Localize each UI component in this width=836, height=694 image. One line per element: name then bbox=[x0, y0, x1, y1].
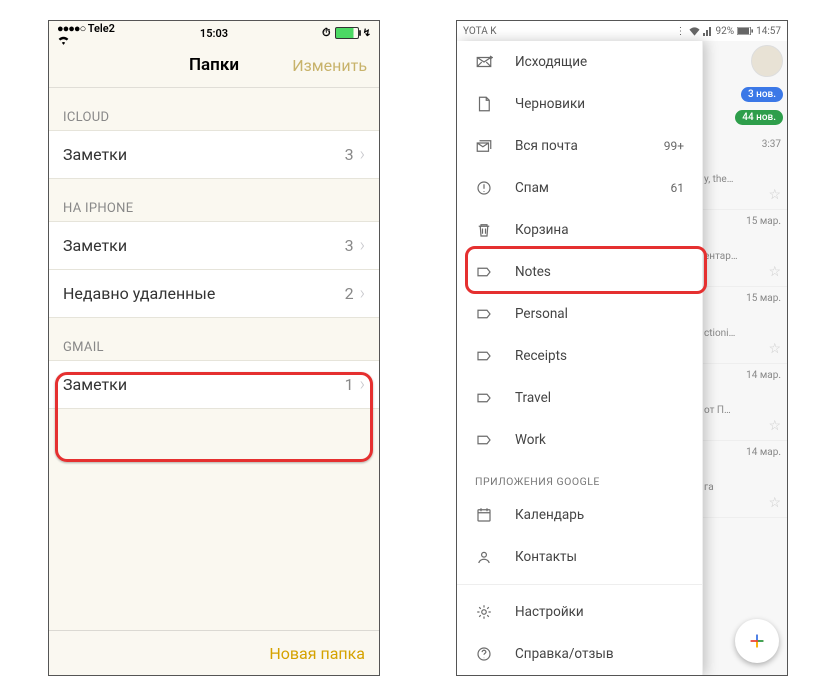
stacked-mail-icon bbox=[475, 137, 493, 155]
gear-icon bbox=[475, 603, 493, 621]
chevron-right-icon: › bbox=[360, 374, 365, 395]
chevron-right-icon: › bbox=[360, 235, 365, 256]
divider bbox=[457, 584, 702, 585]
chevron-right-icon: › bbox=[360, 283, 365, 304]
folder-row-gmail-notes[interactable]: Заметки 1 › bbox=[49, 360, 379, 409]
carrier: YOTA K bbox=[463, 26, 496, 37]
folder-row-recently-deleted[interactable]: Недавно удаленные 2 › bbox=[49, 269, 379, 318]
drawer-item-receipts[interactable]: Receipts bbox=[457, 335, 702, 377]
folder-count: 3 bbox=[345, 236, 354, 255]
battery-percent: 92% bbox=[716, 26, 735, 37]
new-badge-blue: 3 нов. bbox=[741, 87, 783, 102]
section-header-gmail: GMAIL bbox=[49, 318, 379, 361]
ios-toolbar: Новая папка bbox=[49, 630, 379, 675]
new-badge-green: 44 нов. bbox=[735, 110, 783, 125]
drawer-item-contacts[interactable]: Контакты bbox=[457, 536, 702, 578]
inbox-row[interactable]: ентар… 15 мар. ☆ bbox=[702, 210, 787, 287]
person-icon bbox=[475, 548, 493, 566]
label-icon bbox=[475, 431, 493, 449]
drawer-item-travel[interactable]: Travel bbox=[457, 377, 702, 419]
signal-dots-icon: ●●●●○ bbox=[57, 22, 85, 35]
folder-count: 1 bbox=[345, 375, 354, 394]
file-icon bbox=[475, 95, 493, 113]
section-header-google-apps: ПРИЛОЖЕНИЯ GOOGLE bbox=[457, 461, 702, 494]
page-title: Папки bbox=[189, 55, 239, 75]
nav-drawer: Исходящие Черновики Вся почта 99+ Спам 6… bbox=[457, 41, 703, 675]
folder-count: 2 bbox=[345, 284, 354, 303]
avatar[interactable] bbox=[751, 45, 783, 77]
outbox-icon bbox=[475, 53, 493, 71]
drawer-item-calendar[interactable]: Календарь bbox=[457, 494, 702, 536]
edit-button[interactable]: Изменить bbox=[292, 56, 367, 75]
folder-label: Недавно удаленные bbox=[63, 284, 345, 303]
spam-icon bbox=[475, 179, 493, 197]
label-icon bbox=[475, 389, 493, 407]
folder-count: 3 bbox=[345, 145, 354, 164]
inbox-row[interactable]: от П… 14 мар. ☆ bbox=[702, 364, 787, 441]
label-icon bbox=[475, 305, 493, 323]
signal-icon bbox=[703, 27, 713, 36]
wifi-icon bbox=[689, 27, 700, 36]
folder-label: Заметки bbox=[63, 145, 345, 164]
star-icon[interactable]: ☆ bbox=[768, 187, 781, 203]
calendar-icon bbox=[475, 506, 493, 524]
star-icon[interactable]: ☆ bbox=[768, 495, 781, 511]
ios-status-bar: ●●●●○ Tele2 15:03 ⏱ ↯ bbox=[49, 21, 379, 43]
clock: 14:57 bbox=[756, 26, 781, 37]
drawer-item-personal[interactable]: Personal bbox=[457, 293, 702, 335]
gmail-drawer-screen: YOTA K ⋮ 92% 14:57 3 нов. 44 нов. y bbox=[456, 20, 788, 676]
drawer-item-outbox[interactable]: Исходящие bbox=[457, 41, 702, 83]
ios-notes-screen: ●●●●○ Tele2 15:03 ⏱ ↯ Папки Изменить ICL… bbox=[48, 20, 380, 676]
drawer-item-help[interactable]: Справка/отзыв bbox=[457, 633, 702, 675]
notification-icon: ⋮ bbox=[676, 26, 686, 37]
inbox-row[interactable]: ctioni… 15 мар. ☆ bbox=[702, 287, 787, 364]
drawer-item-trash[interactable]: Корзина bbox=[457, 209, 702, 251]
folder-row-iphone-notes[interactable]: Заметки 3 › bbox=[49, 221, 379, 270]
inbox-row[interactable]: y, the… 3:37 ☆ bbox=[702, 133, 787, 210]
star-icon[interactable]: ☆ bbox=[768, 264, 781, 280]
alarm-icon: ⏱ bbox=[322, 26, 331, 40]
trash-icon bbox=[475, 221, 493, 239]
label-icon bbox=[475, 263, 493, 281]
section-header-iphone: НА IPHONE bbox=[49, 179, 379, 222]
inbox-preview: 3 нов. 44 нов. y, the… 3:37 ☆ ентар… 15 … bbox=[702, 41, 787, 675]
new-folder-button[interactable]: Новая папка bbox=[269, 644, 365, 663]
battery-icon bbox=[737, 27, 753, 35]
carrier: ●●●●○ Tele2 bbox=[57, 21, 115, 45]
folder-row-icloud-notes[interactable]: Заметки 3 › bbox=[49, 130, 379, 179]
label-icon bbox=[475, 347, 493, 365]
folder-label: Заметки bbox=[63, 375, 345, 394]
drawer-item-work[interactable]: Work bbox=[457, 419, 702, 461]
drawer-item-drafts[interactable]: Черновики bbox=[457, 83, 702, 125]
drawer-item-notes[interactable]: Notes bbox=[457, 251, 702, 293]
star-icon[interactable]: ☆ bbox=[768, 418, 781, 434]
ios-nav-bar: Папки Изменить bbox=[49, 43, 379, 88]
drawer-item-all-mail[interactable]: Вся почта 99+ bbox=[457, 125, 702, 167]
drawer-item-settings[interactable]: Настройки bbox=[457, 591, 702, 633]
battery-icon bbox=[335, 27, 359, 39]
help-icon bbox=[475, 645, 493, 663]
star-icon[interactable]: ☆ bbox=[768, 341, 781, 357]
compose-fab[interactable] bbox=[735, 619, 779, 663]
chevron-right-icon: › bbox=[360, 144, 365, 165]
android-status-bar: YOTA K ⋮ 92% 14:57 bbox=[457, 21, 787, 41]
folder-label: Заметки bbox=[63, 236, 345, 255]
lightning-icon: ↯ bbox=[363, 28, 371, 39]
section-header-icloud: ICLOUD bbox=[49, 88, 379, 131]
drawer-item-spam[interactable]: Спам 61 bbox=[457, 167, 702, 209]
inbox-row[interactable]: гa 14 мар. ☆ bbox=[702, 441, 787, 518]
